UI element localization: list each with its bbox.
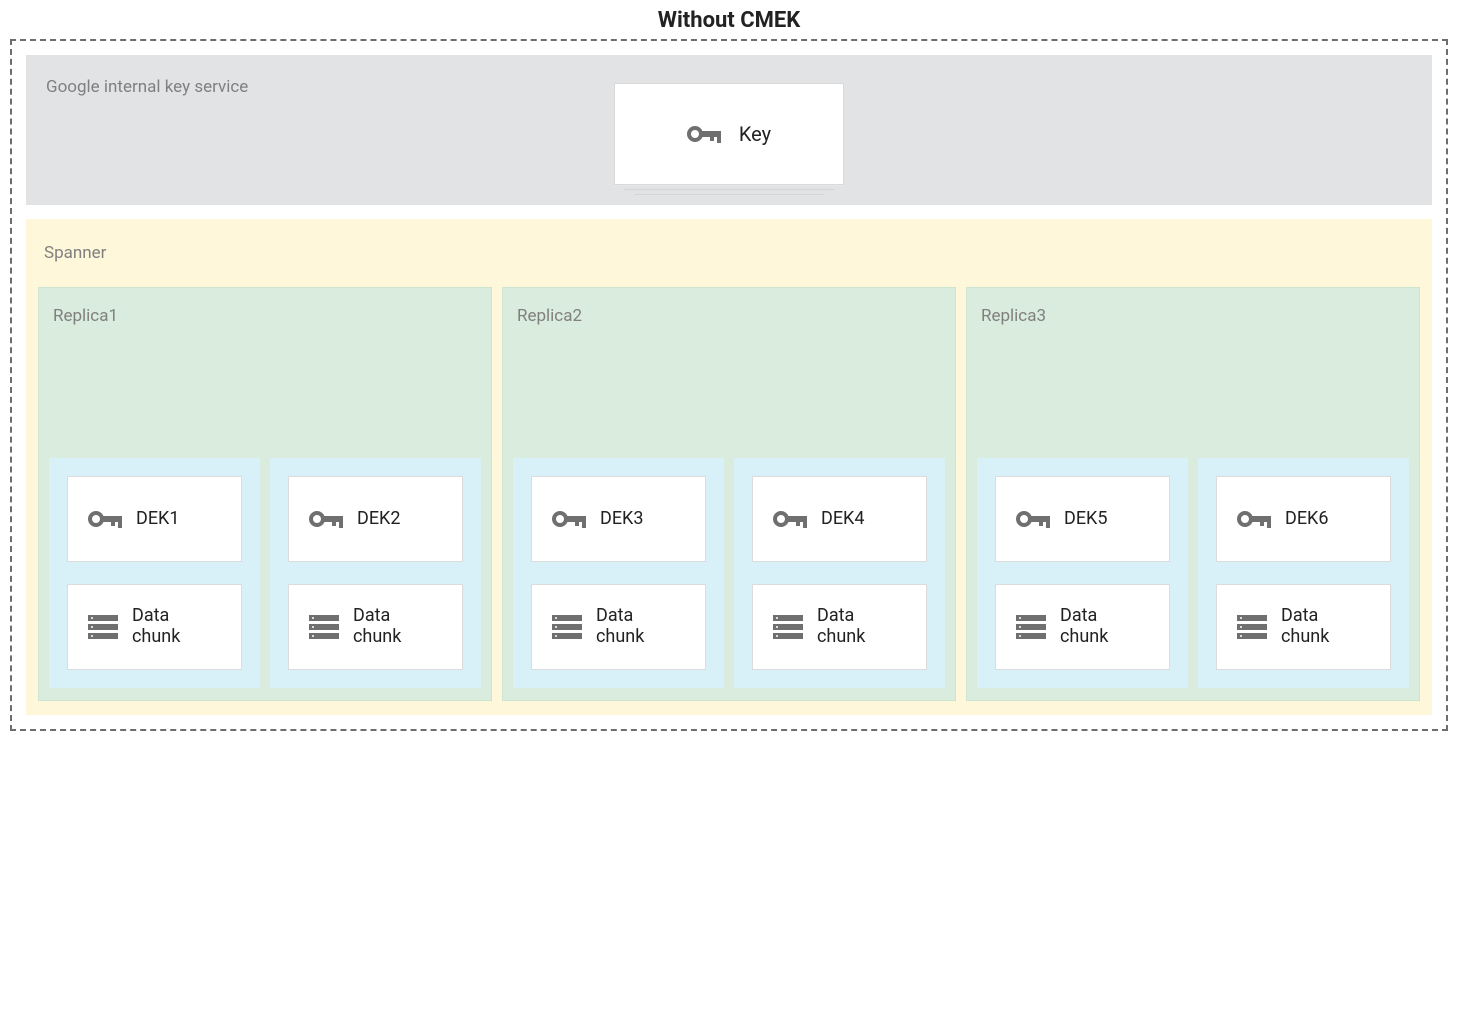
spanner-label: Spanner (38, 239, 1420, 287)
chunk-column: DEK6 Data chunk (1198, 458, 1409, 688)
data-chunk-label: Data chunk (1060, 606, 1149, 647)
key-icon (88, 509, 122, 529)
key-service-block: Google internal key service Key (26, 55, 1432, 205)
spanner-block: Spanner Replica1 DEK1 Data (26, 219, 1432, 715)
data-chunk-card: Data chunk (752, 584, 927, 670)
data-chunk-label: Data chunk (132, 606, 221, 647)
chunk-column: DEK5 Data chunk (977, 458, 1188, 688)
storage-icon (552, 615, 582, 639)
dek-label: DEK2 (357, 509, 400, 530)
data-chunk-card: Data chunk (288, 584, 463, 670)
data-chunk-label: Data chunk (1281, 606, 1370, 647)
key-icon (773, 509, 807, 529)
key-card-stack-line (624, 189, 834, 190)
diagram-root: Without CMEK Google internal key service… (0, 0, 1458, 731)
diagram-title: Without CMEK (0, 0, 1458, 39)
chunk-column: DEK4 Data chunk (734, 458, 945, 688)
replica-row: Replica1 DEK1 Data chunk (38, 287, 1420, 701)
dek-label: DEK1 (136, 509, 179, 530)
key-icon (552, 509, 586, 529)
dek-label: DEK5 (1064, 509, 1107, 530)
replica-label: Replica1 (49, 304, 481, 328)
data-chunk-card: Data chunk (531, 584, 706, 670)
key-card-stack: Key (614, 83, 844, 195)
replica-box: Replica1 DEK1 Data chunk (38, 287, 492, 701)
dek-label: DEK4 (821, 509, 864, 530)
replica-label: Replica2 (513, 304, 945, 328)
data-chunk-card: Data chunk (67, 584, 242, 670)
storage-icon (1016, 615, 1046, 639)
chunk-column: DEK1 Data chunk (49, 458, 260, 688)
data-chunk-label: Data chunk (596, 606, 685, 647)
data-chunk-label: Data chunk (353, 606, 442, 647)
key-icon (309, 509, 343, 529)
key-card: Key (614, 83, 844, 185)
dek-label: DEK6 (1285, 509, 1328, 530)
key-service-label: Google internal key service (46, 77, 248, 97)
key-card-label: Key (739, 122, 771, 146)
dek-card: DEK4 (752, 476, 927, 562)
storage-icon (88, 615, 118, 639)
key-card-stack-line (634, 194, 824, 195)
key-icon (1016, 509, 1050, 529)
data-chunk-card: Data chunk (995, 584, 1170, 670)
replica-box: Replica2 DEK3 Data chunk (502, 287, 956, 701)
storage-icon (309, 615, 339, 639)
dek-card: DEK3 (531, 476, 706, 562)
data-chunk-card: Data chunk (1216, 584, 1391, 670)
storage-icon (1237, 615, 1267, 639)
key-card-wrap: Key (44, 83, 1414, 195)
chunk-row: DEK3 Data chunk DEK4 (513, 458, 945, 688)
chunk-column: DEK2 Data chunk (270, 458, 481, 688)
chunk-row: DEK1 Data chunk DEK2 (49, 458, 481, 688)
replica-box: Replica3 DEK5 Data chunk (966, 287, 1420, 701)
chunk-column: DEK3 Data chunk (513, 458, 724, 688)
key-icon (1237, 509, 1271, 529)
dek-card: DEK6 (1216, 476, 1391, 562)
dek-label: DEK3 (600, 509, 643, 530)
storage-icon (773, 615, 803, 639)
dek-card: DEK2 (288, 476, 463, 562)
data-chunk-label: Data chunk (817, 606, 906, 647)
diagram-outer-box: Google internal key service Key Spanner (10, 39, 1448, 731)
replica-label: Replica3 (977, 304, 1409, 328)
dek-card: DEK5 (995, 476, 1170, 562)
dek-card: DEK1 (67, 476, 242, 562)
key-icon (687, 124, 721, 144)
chunk-row: DEK5 Data chunk DEK6 (977, 458, 1409, 688)
